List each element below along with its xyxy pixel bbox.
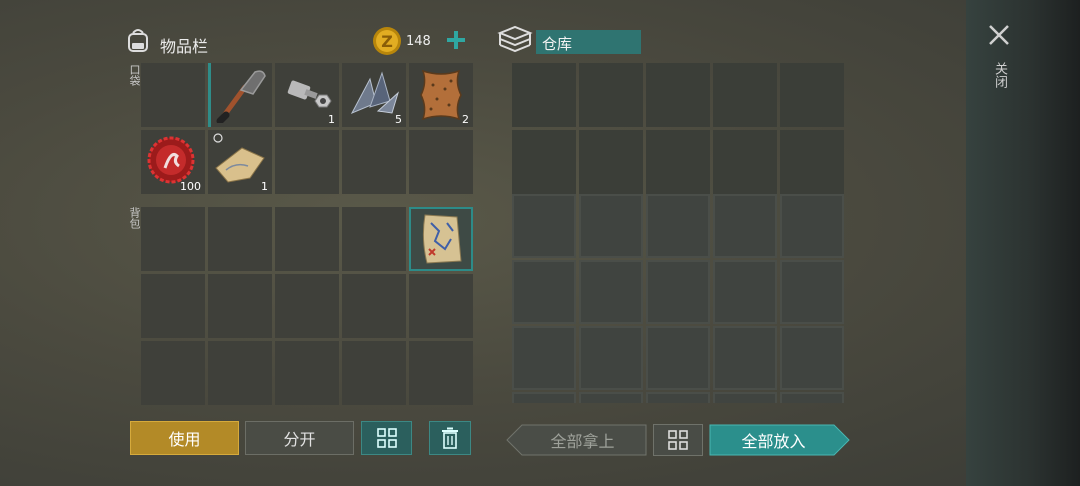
backpack-slot-empty[interactable] <box>141 341 205 405</box>
storage-icon <box>497 24 533 56</box>
storage-title-bar: 仓库 <box>536 30 641 54</box>
storage-slot-locked[interactable] <box>780 260 844 324</box>
storage-slot-locked[interactable] <box>713 326 777 390</box>
shovel-icon <box>216 70 266 125</box>
backpack-icon <box>124 27 152 55</box>
storage-slot[interactable] <box>512 130 576 194</box>
pocket-slot-map-piece[interactable]: 1 <box>208 130 272 194</box>
storage-slot[interactable] <box>512 63 576 127</box>
sort-storage-button[interactable] <box>653 424 703 456</box>
pocket-slot-leather[interactable]: 2 <box>409 63 473 127</box>
backpack-slot-empty[interactable] <box>409 341 473 405</box>
storage-slot[interactable] <box>713 130 777 194</box>
storage-slot-locked[interactable] <box>512 260 576 324</box>
inventory-title: 物品栏 <box>160 37 209 56</box>
backpack-slot-empty[interactable] <box>275 274 339 338</box>
storage-slot[interactable] <box>646 130 710 194</box>
storage-slot-locked[interactable] <box>579 392 643 403</box>
storage-slot-locked[interactable] <box>579 194 643 258</box>
sort-inventory-button[interactable] <box>361 421 412 455</box>
grid-sort-icon <box>668 430 688 450</box>
storage-slot[interactable] <box>713 63 777 127</box>
backpack-slot-empty[interactable] <box>342 341 406 405</box>
pocket-slot-empty[interactable] <box>275 130 339 194</box>
svg-text:Z: Z <box>381 32 393 51</box>
storage-slot-locked[interactable] <box>512 392 576 403</box>
trash-button[interactable] <box>429 421 471 455</box>
backpack-slot-empty[interactable] <box>409 274 473 338</box>
backpack-slot-empty[interactable] <box>141 274 205 338</box>
storage-slot-locked[interactable] <box>713 260 777 324</box>
close-icon <box>989 25 1009 45</box>
storage-slot-locked[interactable] <box>713 392 777 403</box>
add-coins-button[interactable] <box>444 28 468 52</box>
storage-slot-locked[interactable] <box>512 194 576 258</box>
pocket-slot-empty[interactable] <box>409 130 473 194</box>
bolts-count: 1 <box>328 113 335 126</box>
map-piece-count: 1 <box>261 180 268 193</box>
pocket-label: 口袋 <box>128 64 141 86</box>
pocket-slot-bottlecaps[interactable]: 100 <box>141 130 205 194</box>
backpack-label: 背包 <box>128 207 141 229</box>
backpack-slot-empty[interactable] <box>342 207 406 271</box>
backpack-slot-map[interactable] <box>409 207 473 271</box>
take-all-label: 全部拿上 <box>550 432 615 451</box>
split-button[interactable]: 分开 <box>245 421 354 455</box>
split-button-label: 分开 <box>283 430 316 449</box>
storage-slot-locked[interactable] <box>646 392 710 403</box>
right-edge-panel <box>966 0 1080 486</box>
use-button-label: 使用 <box>168 430 201 449</box>
storage-slot[interactable] <box>646 63 710 127</box>
storage-slot[interactable] <box>780 63 844 127</box>
pocket-slot-crystals[interactable]: 5 <box>342 63 406 127</box>
storage-slot-locked[interactable] <box>780 326 844 390</box>
storage-slot-locked[interactable] <box>512 326 576 390</box>
backpack-slot-empty[interactable] <box>275 207 339 271</box>
storage-slot-locked[interactable] <box>780 194 844 258</box>
storage-slot[interactable] <box>579 130 643 194</box>
close-button[interactable]: 关闭 <box>986 22 1012 102</box>
backpack-slot-empty[interactable] <box>141 207 205 271</box>
take-all-button[interactable]: 全部拿上 <box>506 424 647 456</box>
bottlecaps-count: 100 <box>180 180 201 193</box>
pocket-slot-bolts[interactable]: 1 <box>275 63 339 127</box>
crystals-count: 5 <box>395 113 402 126</box>
backpack-slot-empty[interactable] <box>208 207 272 271</box>
grid-sort-icon <box>376 428 397 448</box>
plus-icon <box>447 31 465 49</box>
trash-icon <box>442 427 458 449</box>
backpack-slot-empty[interactable] <box>275 341 339 405</box>
use-button[interactable]: 使用 <box>130 421 239 455</box>
coin-icon: Z <box>372 26 402 56</box>
storage-slot-locked[interactable] <box>579 260 643 324</box>
backpack-slot-empty[interactable] <box>208 341 272 405</box>
close-label: 关闭 <box>992 62 1007 88</box>
coin-count: 148 <box>406 34 431 49</box>
pocket-slot-empty[interactable] <box>141 63 205 127</box>
storage-slot[interactable] <box>780 130 844 194</box>
backpack-slot-empty[interactable] <box>342 274 406 338</box>
storage-slot-locked[interactable] <box>646 260 710 324</box>
leather-count: 2 <box>462 113 469 126</box>
treasure-map-icon <box>422 214 462 264</box>
backpack-slot-empty[interactable] <box>208 274 272 338</box>
pocket-slot-empty[interactable] <box>342 130 406 194</box>
storage-slot-locked[interactable] <box>780 392 844 403</box>
put-all-label: 全部放入 <box>741 432 806 451</box>
pocket-slot-shovel[interactable] <box>208 63 272 127</box>
storage-slot-locked[interactable] <box>646 326 710 390</box>
storage-slot[interactable] <box>579 63 643 127</box>
storage-slot-locked[interactable] <box>713 194 777 258</box>
storage-slot-locked[interactable] <box>646 194 710 258</box>
storage-grid[interactable] <box>512 63 844 403</box>
put-all-button[interactable]: 全部放入 <box>709 424 850 456</box>
storage-slot-locked[interactable] <box>579 326 643 390</box>
storage-title: 仓库 <box>542 35 573 53</box>
